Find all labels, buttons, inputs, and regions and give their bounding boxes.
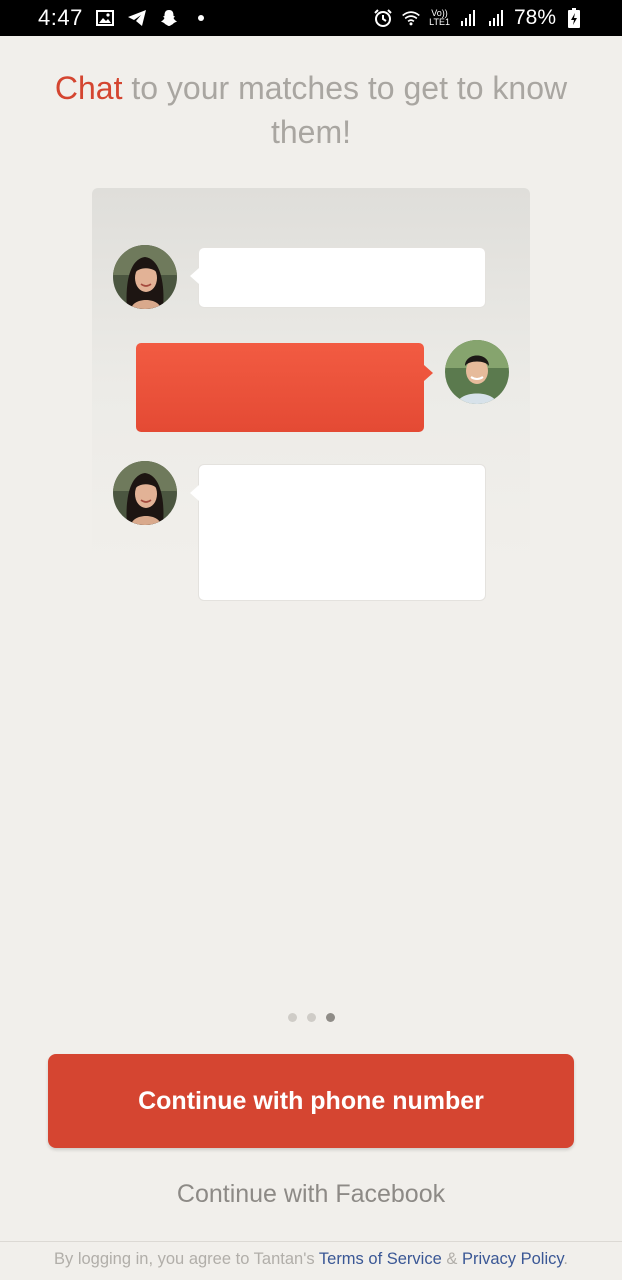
onboarding-screen: 4:47 Vo)) LTE1 78% Chat to your matches …: [0, 0, 622, 1280]
headline: Chat to your matches to get to know them…: [40, 66, 582, 154]
battery-icon: [564, 8, 584, 28]
page-dot[interactable]: [306, 1013, 316, 1022]
telegram-icon: [127, 8, 147, 28]
divider: [0, 1241, 622, 1242]
dot-icon: [191, 8, 211, 28]
chat-bubble-sent: [136, 343, 433, 432]
snapchat-icon: [159, 8, 179, 28]
page-dot-active[interactable]: [325, 1013, 335, 1022]
signal-icon: [486, 8, 506, 28]
wifi-icon: [401, 8, 421, 28]
image-icon: [95, 8, 115, 28]
continue-with-phone-button[interactable]: Continue with phone number: [48, 1054, 574, 1148]
legal-prefix: By logging in, you agree to Tantan's: [53, 1250, 319, 1268]
status-bar-right: Vo)) LTE1 78%: [373, 6, 584, 30]
battery-percent: 78%: [513, 6, 556, 29]
status-time: 4:47: [38, 5, 83, 30]
volte-bottom-label: LTE1: [429, 17, 450, 27]
volte-icon: Vo)) LTE1: [429, 9, 450, 27]
page-dot[interactable]: [287, 1013, 297, 1022]
chat-bubble-received: [190, 464, 486, 601]
headline-accent: Chat: [54, 70, 123, 106]
legal-amp: &: [441, 1250, 462, 1268]
privacy-policy-link[interactable]: Privacy Policy: [462, 1250, 563, 1268]
alarm-icon: [373, 8, 393, 28]
legal-suffix: .: [563, 1250, 569, 1268]
legal-text: By logging in, you agree to Tantan's Ter…: [0, 1250, 622, 1269]
headline-text: to your matches to get to know them!: [122, 70, 568, 150]
avatar-woman: [113, 461, 177, 525]
terms-of-service-link[interactable]: Terms of Service: [319, 1250, 442, 1268]
status-bar-left: 4:47: [38, 5, 211, 31]
chat-bubble-received: [190, 247, 486, 308]
status-bar: 4:47 Vo)) LTE1 78%: [0, 0, 622, 36]
signal-icon: [458, 8, 478, 28]
page-indicator: [0, 1013, 622, 1022]
avatar-woman: [113, 245, 177, 309]
avatar-man: [445, 340, 509, 404]
chat-illustration: [92, 188, 530, 628]
continue-with-facebook-button[interactable]: Continue with Facebook: [48, 1170, 574, 1218]
